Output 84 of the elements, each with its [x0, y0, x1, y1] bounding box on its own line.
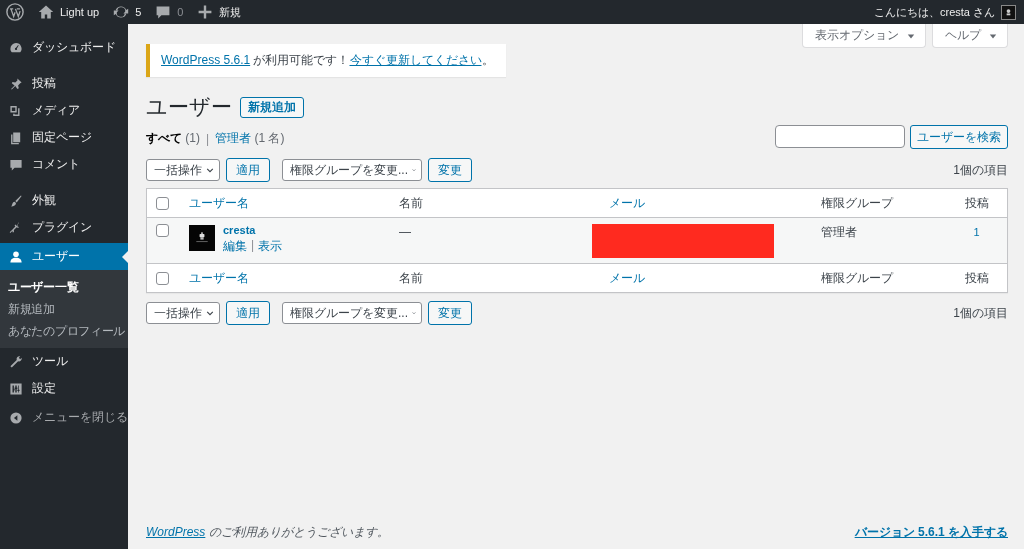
change-button[interactable]: 変更 [428, 158, 472, 182]
menu-item[interactable]: コメント [0, 151, 128, 178]
menu-item[interactable]: 設定 [0, 375, 128, 402]
gauge-icon [9, 40, 23, 55]
menu-item[interactable]: ダッシュボード [0, 34, 128, 61]
greeting-link[interactable]: こんにちは、cresta さん [874, 4, 995, 20]
column-header: 投稿 [964, 270, 989, 285]
row-action-link[interactable]: 編集 [223, 238, 247, 255]
submenu-item[interactable]: あなたのプロフィール [0, 321, 128, 343]
menu-item[interactable]: ツール [0, 348, 128, 375]
wrench-icon [9, 354, 23, 369]
column-header[interactable]: メール [609, 195, 645, 210]
media-icon [9, 103, 23, 118]
menu-item[interactable]: メディア [0, 97, 128, 124]
menu-item[interactable]: ユーザー [0, 243, 128, 270]
link[interactable]: WordPress 5.6.1 [161, 53, 251, 67]
screen-tab-button[interactable]: 表示オプション [802, 24, 926, 48]
item-count: 1個の項目 [953, 161, 1008, 179]
filter-link[interactable]: すべて (1) [146, 130, 200, 147]
chevron-icon [206, 308, 214, 318]
column-header: 名前 [399, 270, 423, 285]
toolbar-label[interactable]: Light up [60, 6, 100, 18]
comment-icon [9, 157, 23, 172]
column-header: 権限グループ [821, 195, 893, 210]
plus-icon[interactable] [197, 4, 214, 20]
search-field[interactable] [775, 125, 905, 148]
filter-link[interactable]: 管理者 (1 名) [215, 130, 285, 147]
page-title: ユーザー [146, 94, 232, 120]
column-header: 権限グループ [821, 270, 893, 285]
menu-item[interactable]: 外観 [0, 187, 128, 214]
apply-button[interactable]: 適用 [226, 158, 270, 182]
username-link[interactable]: cresta [223, 224, 283, 236]
post-count-link[interactable]: 1 [973, 226, 980, 238]
dropdown[interactable]: 権限グループを変更... [282, 159, 422, 181]
column-header: 名前 [399, 195, 423, 210]
pin-icon [9, 76, 23, 91]
collapse-icon [9, 410, 23, 425]
menu-item[interactable]: 投稿 [0, 70, 128, 97]
refresh-icon[interactable] [113, 4, 130, 20]
link[interactable]: 今すぐ更新してください [349, 53, 482, 67]
toolbar-label[interactable]: 0 [177, 6, 184, 18]
toolbar-label[interactable]: 新規 [219, 4, 242, 20]
dropdown[interactable]: 一括操作 [146, 302, 220, 324]
menu-item[interactable]: 固定ページ [0, 124, 128, 151]
user-icon [9, 249, 23, 264]
separator: | [251, 238, 255, 254]
dropdown[interactable]: 一括操作 [146, 159, 220, 181]
table-cell: 管理者 [821, 225, 857, 239]
home-icon[interactable] [38, 4, 54, 20]
table-cell: — [399, 225, 411, 239]
caret-icon [989, 31, 997, 40]
column-header: 投稿 [964, 195, 989, 210]
caret-icon [907, 31, 915, 40]
link[interactable]: WordPress [146, 525, 206, 539]
comment-icon[interactable] [155, 4, 172, 20]
version-link[interactable]: バージョン 5.6.1 を入手する [854, 523, 1008, 541]
notice-message: WordPress 5.6.1 が利用可能です！今すぐ更新してください。 [161, 52, 494, 69]
row-action-link[interactable]: 表示 [258, 238, 283, 255]
submenu-item[interactable]: 新規追加 [0, 299, 128, 321]
screen-tab-button[interactable]: ヘルプ [932, 24, 1008, 48]
column-header[interactable]: メール [609, 270, 645, 285]
sliders-icon [9, 381, 23, 396]
toolbar-label[interactable]: 5 [135, 6, 142, 18]
search-button[interactable]: ユーザーを検索 [910, 125, 1008, 149]
dropdown[interactable]: 権限グループを変更... [282, 302, 422, 324]
separator: | [206, 131, 210, 146]
wordpress-logo-icon[interactable] [6, 3, 24, 21]
chevron-icon [206, 165, 214, 175]
collapse-menu-button[interactable]: メニューを閉じる [0, 404, 128, 431]
column-header[interactable]: ユーザー名 [189, 270, 249, 285]
avatar-icon[interactable] [1001, 4, 1016, 20]
item-count: 1個の項目 [953, 304, 1008, 322]
column-header[interactable]: ユーザー名 [189, 195, 249, 210]
apply-button[interactable]: 適用 [226, 301, 270, 325]
add-new-button[interactable]: 新規追加 [240, 96, 304, 118]
footer-text: WordPress のご利用ありがとうございます。 [146, 524, 389, 541]
checkbox[interactable] [156, 271, 169, 285]
checkbox[interactable] [156, 224, 169, 237]
pages-icon [9, 130, 23, 145]
checkbox[interactable] [156, 196, 169, 210]
change-button[interactable]: 変更 [428, 301, 472, 325]
brush-icon [9, 193, 23, 208]
submenu-item[interactable]: ユーザー一覧 [0, 277, 128, 299]
menu-item[interactable]: プラグイン [0, 214, 128, 241]
